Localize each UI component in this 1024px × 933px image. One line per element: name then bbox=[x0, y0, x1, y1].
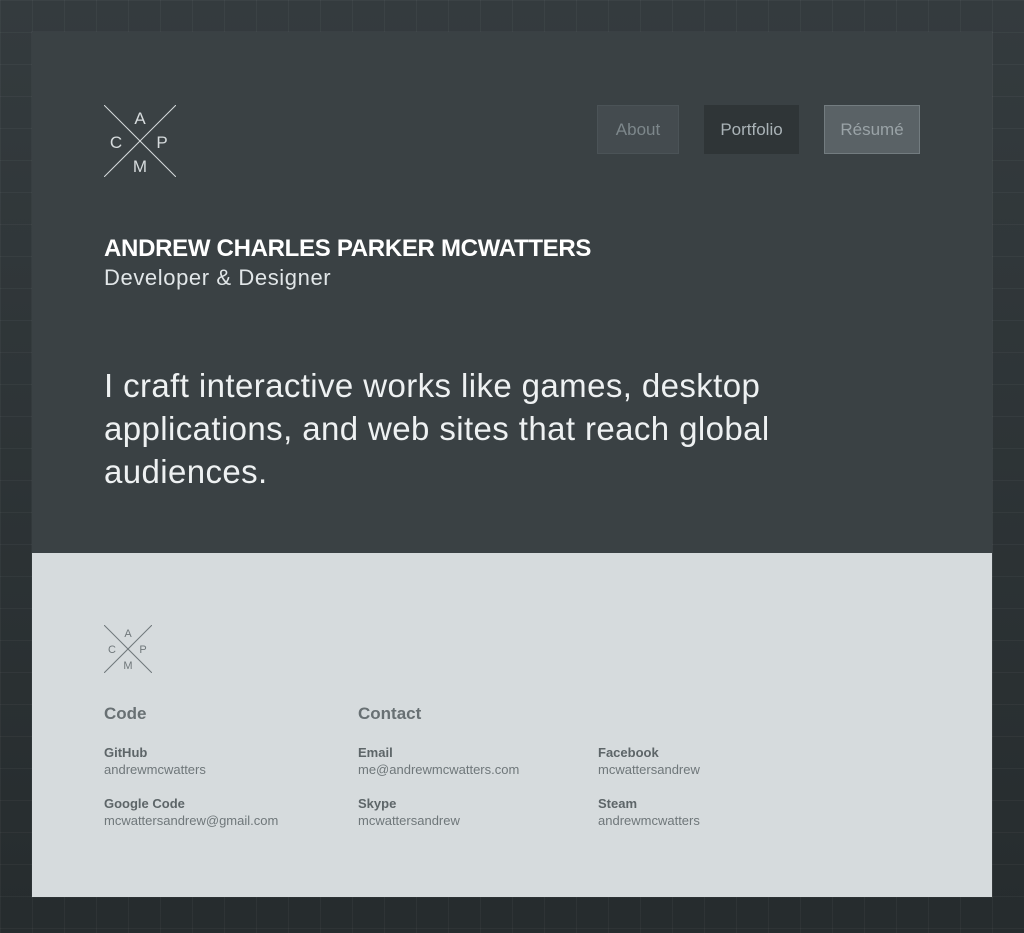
google-code-link[interactable]: mcwattersandrew@gmail.com bbox=[104, 813, 278, 828]
steam-entry: Steam andrewmcwatters bbox=[598, 795, 700, 830]
contact-heading: Contact bbox=[358, 704, 422, 723]
footer-logo-letter-bottom: M bbox=[123, 660, 132, 672]
hero-section: A C P M About Portfolio Résumé ANDREW CH… bbox=[32, 32, 992, 553]
facebook-link[interactable]: mcwattersandrew bbox=[598, 762, 700, 777]
github-label: GitHub bbox=[104, 745, 148, 760]
footer: A C P M Code Contact GitHub andrewmcwatt… bbox=[32, 553, 992, 897]
page: A C P M About Portfolio Résumé ANDREW CH… bbox=[32, 32, 992, 897]
nav-about-button[interactable]: About bbox=[597, 105, 679, 154]
facebook-entry: Facebook mcwattersandrew bbox=[598, 744, 700, 779]
skype-entry: Skype mcwattersandrew bbox=[358, 795, 460, 830]
email-label: Email bbox=[358, 745, 393, 760]
hero-tagline: I craft interactive works like games, de… bbox=[104, 367, 770, 490]
skype-link[interactable]: mcwattersandrew bbox=[358, 813, 460, 828]
skype-label: Skype bbox=[358, 796, 397, 811]
logo-mark-icon: A C P M bbox=[104, 105, 176, 177]
logo-letter-top: A bbox=[134, 109, 146, 128]
logo-letter-bottom: M bbox=[133, 157, 147, 176]
steam-link[interactable]: andrewmcwatters bbox=[598, 813, 700, 828]
footer-logo-letter-top: A bbox=[124, 628, 132, 640]
footer-logo-letter-right: P bbox=[139, 644, 146, 656]
steam-label: Steam bbox=[598, 796, 638, 811]
nav-portfolio-button[interactable]: Portfolio bbox=[704, 105, 799, 154]
code-heading: Code bbox=[104, 704, 147, 723]
google-code-entry: Google Code mcwattersandrew@gmail.com bbox=[104, 795, 278, 830]
google-code-label: Google Code bbox=[104, 796, 185, 811]
email-entry: Email me@andrewmcwatters.com bbox=[358, 744, 519, 779]
logo-mark-icon: A C P M bbox=[104, 625, 152, 673]
email-link[interactable]: me@andrewmcwatters.com bbox=[358, 762, 519, 777]
nav-resume-button[interactable]: Résumé bbox=[824, 105, 920, 154]
facebook-label: Facebook bbox=[598, 745, 659, 760]
github-entry: GitHub andrewmcwatters bbox=[104, 744, 206, 779]
logo-letter-right: P bbox=[156, 133, 167, 152]
footer-logo-letter-left: C bbox=[108, 644, 116, 656]
footer-logo[interactable]: A C P M bbox=[104, 625, 152, 673]
github-link[interactable]: andrewmcwatters bbox=[104, 762, 206, 777]
author-role: Developer & Designer bbox=[104, 265, 332, 290]
author-name: ANDREW CHARLES PARKER MCWATTERS bbox=[104, 235, 592, 262]
logo-letter-left: C bbox=[110, 133, 122, 152]
logo[interactable]: A C P M bbox=[104, 105, 176, 177]
